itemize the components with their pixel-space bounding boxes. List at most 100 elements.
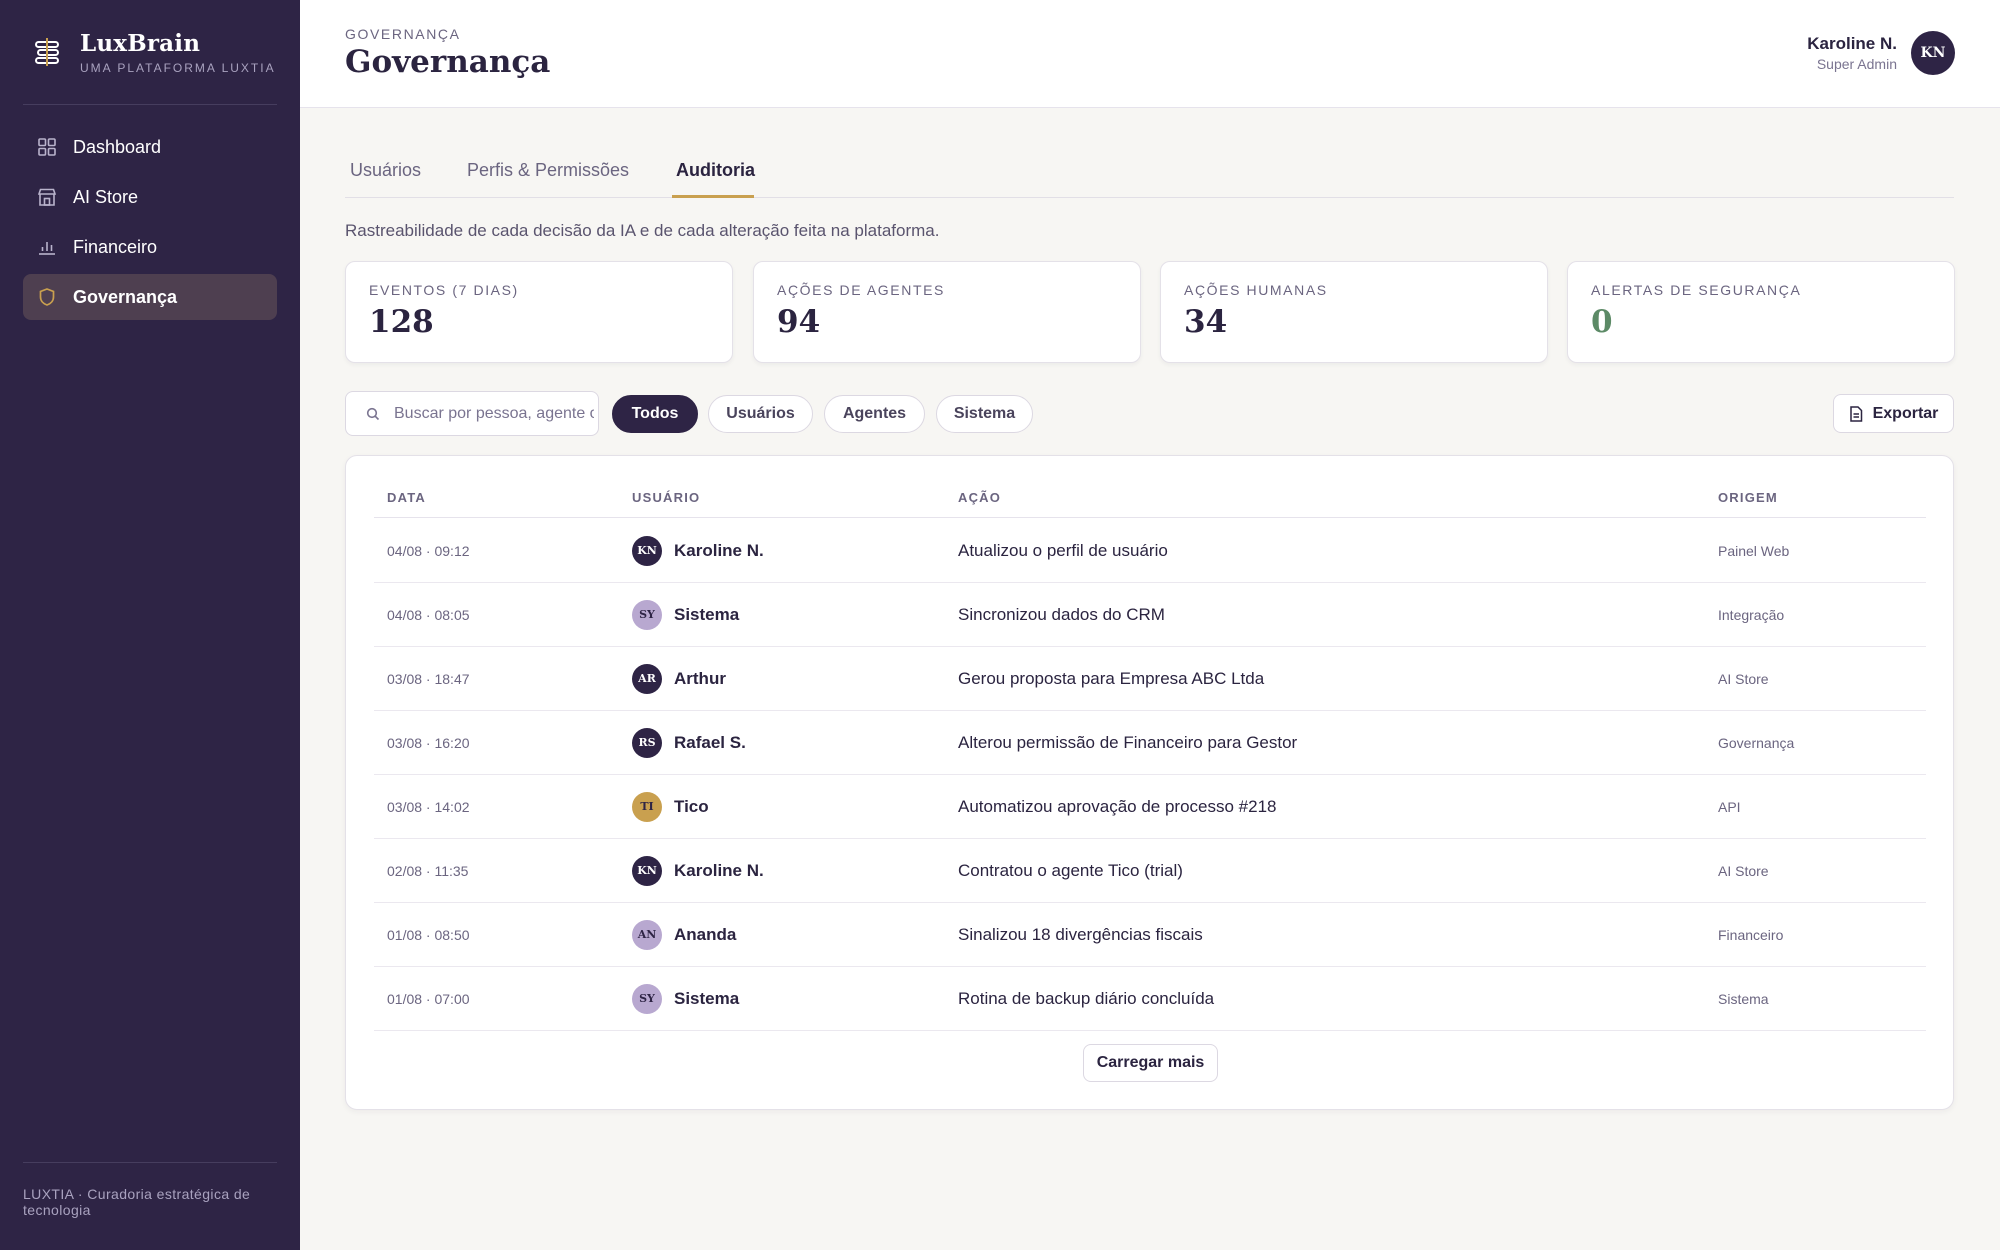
- sidebar-item-ai-store[interactable]: AI Store: [23, 174, 277, 220]
- avatar: AR: [632, 663, 662, 694]
- sidebar-item-dashboard[interactable]: Dashboard: [23, 124, 277, 170]
- avatar: KN: [632, 855, 662, 886]
- page-title: Governança: [345, 44, 551, 80]
- filter-chip-usuarios[interactable]: Usuários: [708, 395, 813, 433]
- export-button[interactable]: Exportar: [1833, 394, 1954, 433]
- row-origin: API: [1718, 798, 1741, 815]
- stat-card-agent-actions: AÇÕES DE AGENTES 94: [753, 261, 1141, 363]
- column-header-origem[interactable]: ORIGEM: [1718, 490, 1778, 505]
- table-row[interactable]: 01/08 · 07:00 SY Sistema Rotina de backu…: [374, 967, 1926, 1031]
- row-user-name: Sistema: [674, 604, 740, 624]
- row-user: SY Sistema: [632, 967, 739, 1030]
- bar-chart-icon: [37, 237, 57, 257]
- page-header: GOVERNANÇA Governança Karoline N. Super …: [300, 0, 2000, 108]
- row-user-name: Karoline N.: [674, 540, 764, 560]
- stat-label: EVENTOS (7 DIAS): [369, 282, 519, 298]
- row-user: KN Karoline N.: [632, 519, 764, 582]
- breadcrumb: GOVERNANÇA: [345, 26, 461, 42]
- row-action: Rotina de backup diário concluída: [958, 988, 1215, 1008]
- avatar: AN: [632, 919, 662, 950]
- sidebar-divider: [23, 104, 277, 105]
- table-row[interactable]: 02/08 · 11:35 KN Karoline N. Contratou o…: [374, 839, 1926, 903]
- row-date: 04/08 · 09:12: [387, 542, 470, 559]
- avatar: TI: [632, 791, 662, 822]
- row-action: Alterou permissão de Financeiro para Ges…: [958, 732, 1298, 752]
- sidebar-item-label: Financeiro: [73, 236, 158, 257]
- row-origin: Painel Web: [1718, 542, 1790, 559]
- stat-card-events: EVENTOS (7 DIAS) 128: [345, 261, 733, 363]
- sidebar-item-label: Governança: [73, 286, 178, 307]
- filter-chip-sistema[interactable]: Sistema: [936, 395, 1033, 433]
- row-user-name: Ananda: [674, 924, 737, 944]
- row-date: 03/08 · 14:02: [387, 798, 470, 815]
- shield-icon: [37, 287, 57, 307]
- store-icon: [37, 187, 57, 207]
- brand-name: LuxBrain: [80, 30, 201, 57]
- user-name: Karoline N.: [1807, 34, 1897, 53]
- row-date: 03/08 · 16:20: [387, 734, 470, 751]
- row-origin: Sistema: [1718, 990, 1769, 1007]
- table-row[interactable]: 04/08 · 08:05 SY Sistema Sincronizou dad…: [374, 583, 1926, 647]
- stat-label: ALERTAS DE SEGURANÇA: [1591, 282, 1802, 298]
- sidebar: LuxBrain UMA PLATAFORMA LUXTIA Dashboard…: [0, 0, 300, 1250]
- luxbrain-logo-icon: [35, 38, 59, 66]
- table-row[interactable]: 03/08 · 14:02 TI Tico Automatizou aprova…: [374, 775, 1926, 839]
- row-user: SY Sistema: [632, 583, 739, 646]
- row-user-name: Tico: [674, 796, 709, 816]
- row-action: Gerou proposta para Empresa ABC Ltda: [958, 668, 1265, 688]
- row-action: Sinalizou 18 divergências fiscais: [958, 924, 1203, 944]
- row-user-name: Rafael S.: [674, 732, 746, 752]
- avatar: RS: [632, 727, 662, 758]
- row-origin: AI Store: [1718, 862, 1769, 879]
- sidebar-item-governanca[interactable]: Governança: [23, 274, 277, 320]
- tab-perfis-permissoes[interactable]: Perfis & Permissões: [467, 160, 629, 181]
- tab-usuarios[interactable]: Usuários: [350, 160, 421, 181]
- filter-chip-agentes[interactable]: Agentes: [824, 395, 925, 433]
- search-input[interactable]: [394, 404, 594, 423]
- user-menu[interactable]: Karoline N. Super Admin KN: [1807, 31, 1955, 75]
- filter-chip-todos[interactable]: Todos: [612, 395, 698, 433]
- row-user-name: Sistema: [674, 988, 740, 1008]
- column-header-usuario[interactable]: USUÁRIO: [632, 490, 700, 505]
- stat-value: 34: [1184, 304, 1228, 340]
- document-icon: [1849, 405, 1863, 422]
- export-label: Exportar: [1872, 404, 1939, 422]
- sidebar-nav: Dashboard AI Store Financeiro Governança: [23, 124, 277, 324]
- row-origin: AI Store: [1718, 670, 1769, 687]
- audit-table: DATA USUÁRIO AÇÃO ORIGEM 04/08 · 09:12 K…: [345, 455, 1954, 1110]
- row-user-name: Arthur: [674, 668, 726, 688]
- row-action: Sincronizou dados do CRM: [958, 604, 1165, 624]
- stat-label: AÇÕES HUMANAS: [1184, 282, 1328, 298]
- table-row[interactable]: 03/08 · 16:20 RS Rafael S. Alterou permi…: [374, 711, 1926, 775]
- row-date: 01/08 · 07:00: [387, 990, 470, 1007]
- stat-card-human-actions: AÇÕES HUMANAS 34: [1160, 261, 1548, 363]
- tab-auditoria[interactable]: Auditoria: [676, 160, 755, 181]
- row-user: RS Rafael S.: [632, 711, 746, 774]
- row-action: Atualizou o perfil de usuário: [958, 540, 1168, 560]
- brand[interactable]: LuxBrain UMA PLATAFORMA LUXTIA: [32, 30, 276, 75]
- sidebar-item-label: Dashboard: [73, 136, 162, 157]
- brand-subtitle: UMA PLATAFORMA LUXTIA: [80, 61, 276, 75]
- row-action: Contratou o agente Tico (trial): [958, 860, 1183, 880]
- row-date: 04/08 · 08:05: [387, 606, 470, 623]
- load-more-button[interactable]: Carregar mais: [1083, 1044, 1218, 1082]
- column-header-data[interactable]: DATA: [387, 490, 426, 505]
- avatar[interactable]: KN: [1911, 31, 1955, 75]
- stat-value: 94: [777, 304, 821, 340]
- stat-value: 0: [1591, 304, 1613, 340]
- table-row[interactable]: 04/08 · 09:12 KN Karoline N. Atualizou o…: [374, 519, 1926, 583]
- sidebar-footer-divider: [23, 1162, 277, 1163]
- avatar: SY: [632, 983, 662, 1014]
- table-row[interactable]: 01/08 · 08:50 AN Ananda Sinalizou 18 div…: [374, 903, 1926, 967]
- search-box[interactable]: [345, 391, 599, 436]
- column-header-acao[interactable]: AÇÃO: [958, 490, 1001, 505]
- row-user-name: Karoline N.: [674, 860, 764, 880]
- table-row[interactable]: 03/08 · 18:47 AR Arthur Gerou proposta p…: [374, 647, 1926, 711]
- row-user: AR Arthur: [632, 647, 726, 710]
- row-origin: Financeiro: [1718, 926, 1784, 943]
- row-date: 02/08 · 11:35: [387, 862, 469, 879]
- sidebar-item-financeiro[interactable]: Financeiro: [23, 224, 277, 270]
- row-origin: Integração: [1718, 606, 1785, 623]
- stat-card-security-alerts: ALERTAS DE SEGURANÇA 0: [1567, 261, 1955, 363]
- stat-value: 128: [369, 304, 434, 340]
